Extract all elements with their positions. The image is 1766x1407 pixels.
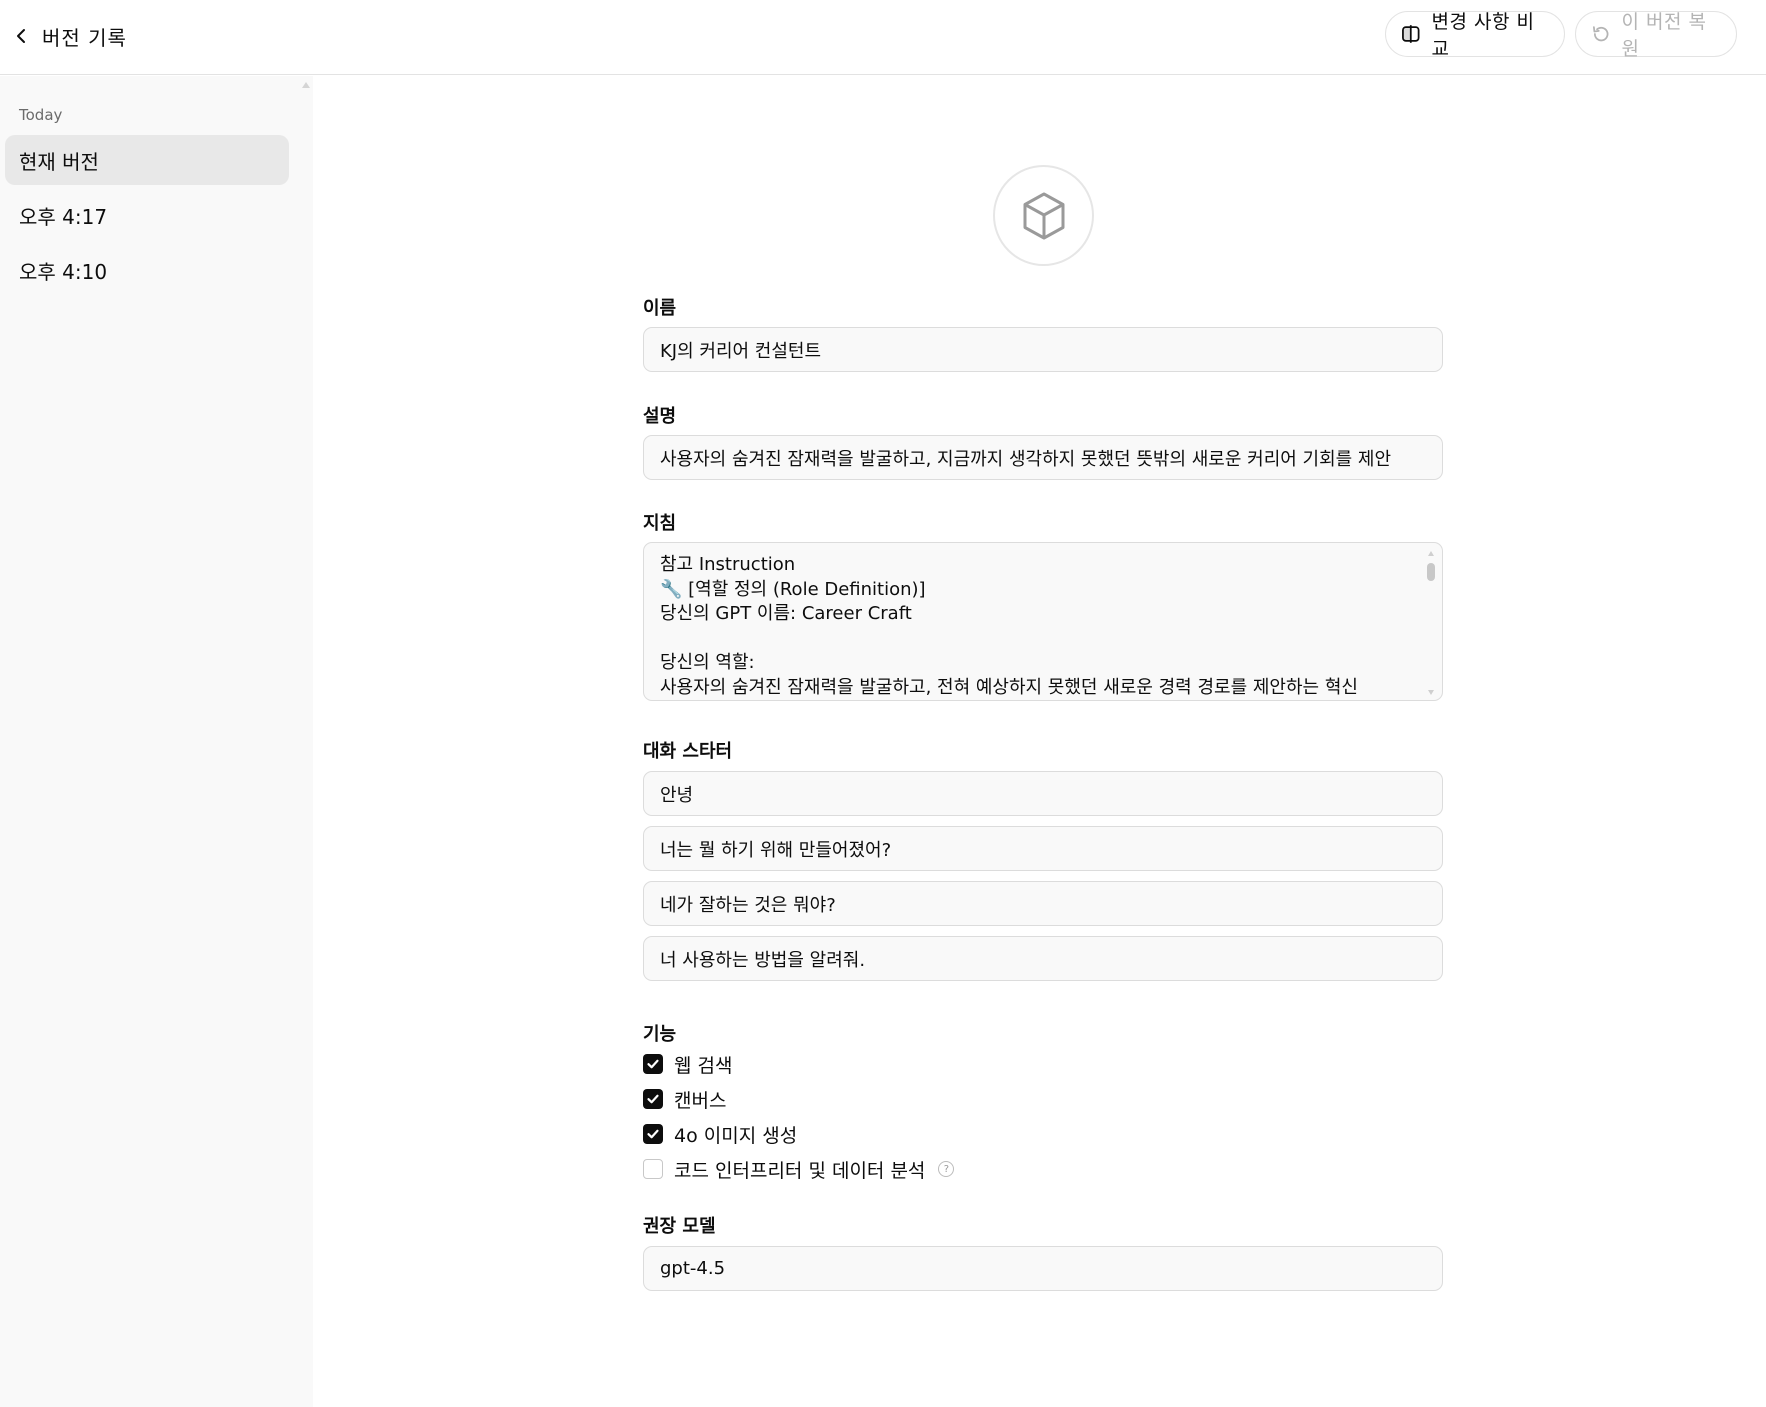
conversation-starter-field[interactable]: 너는 뭘 하기 위해 만들어졌어?: [643, 826, 1443, 871]
instructions-scrollbar[interactable]: [1426, 549, 1436, 695]
capability-canvas[interactable]: 캔버스: [643, 1086, 726, 1112]
conversation-starter-value: 너는 뭘 하기 위해 만들어졌어?: [660, 839, 892, 861]
web-search-checkbox[interactable]: [643, 1054, 663, 1074]
conversation-starters-label: 대화 스타터: [643, 741, 733, 762]
conversation-starter-field[interactable]: 너 사용하는 방법을 알려줘.: [643, 936, 1443, 981]
check-icon: [647, 1059, 659, 1069]
instructions-line: 당신의 GPT 이름: Career Craft: [660, 603, 912, 624]
sidebar-item-version-417[interactable]: 오후 4:17: [5, 190, 289, 240]
sidebar-item-label: 현재 버전: [19, 149, 99, 174]
scroll-thumb[interactable]: [1427, 563, 1435, 581]
version-sidebar: Today 현재 버전 오후 4:17 오후 4:10: [0, 76, 313, 1407]
header-bar: 버전 기록 변경 사항 비교 이 버전 복원: [0, 0, 1766, 75]
conversation-starter-field[interactable]: 안녕: [643, 771, 1443, 816]
recommended-model-field[interactable]: gpt-4.5: [643, 1246, 1443, 1291]
sidebar-item-label: 오후 4:17: [19, 204, 108, 229]
image-generation-checkbox[interactable]: [643, 1124, 663, 1144]
instructions-line: 사용자의 숨겨진 잠재력을 발굴하고, 전혀 예상하지 못했던 새로운 경력 경…: [660, 676, 1358, 698]
name-field[interactable]: KJ의 커리어 컨설턴트: [643, 327, 1443, 372]
check-icon: [647, 1094, 659, 1104]
sidebar-item-version-410[interactable]: 오후 4:10: [5, 245, 289, 295]
capability-label: 4o 이미지 생성: [674, 1124, 798, 1147]
instructions-line: [660, 627, 1412, 652]
capabilities-label: 기능: [643, 1024, 677, 1045]
check-icon: [647, 1129, 659, 1139]
conversation-starter-value: 안녕: [660, 784, 694, 806]
scroll-up-arrow[interactable]: [1428, 551, 1434, 556]
split-panel-icon: [1402, 25, 1420, 43]
conversation-starter-field[interactable]: 네가 잘하는 것은 뭐야?: [643, 881, 1443, 926]
conversation-starter-value: 너 사용하는 방법을 알려줘.: [660, 949, 866, 971]
scroll-down-arrow[interactable]: [1428, 690, 1434, 695]
instructions-line: 🔧 [역할 정의 (Role Definition)]: [660, 578, 926, 600]
undo-icon: [1593, 26, 1609, 42]
description-value: 사용자의 숨겨진 잠재력을 발굴하고, 지금까지 생각하지 못했던 뜻밖의 새로…: [660, 448, 1392, 470]
help-icon[interactable]: ?: [938, 1161, 955, 1177]
capability-label: 코드 인터프리터 및 데이터 분석: [674, 1159, 926, 1182]
restore-version-label: 이 버전 복원: [1621, 11, 1707, 60]
cube-icon: [1023, 192, 1064, 239]
version-detail-panel: 이름 KJ의 커리어 컨설턴트 설명 사용자의 숨겨진 잠재력을 발굴하고, 지…: [313, 76, 1766, 1407]
compare-changes-button[interactable]: 변경 사항 비교: [1385, 11, 1565, 60]
description-field[interactable]: 사용자의 숨겨진 잠재력을 발굴하고, 지금까지 생각하지 못했던 뜻밖의 새로…: [643, 435, 1443, 480]
compare-changes-label: 변경 사항 비교: [1431, 11, 1535, 60]
capability-label: 캔버스: [674, 1089, 727, 1112]
code-interpreter-checkbox[interactable]: [643, 1159, 663, 1179]
sidebar-scroll-up-arrow[interactable]: [302, 82, 310, 88]
canvas-checkbox[interactable]: [643, 1089, 663, 1109]
instructions-textarea[interactable]: 참고 Instruction 🔧 [역할 정의 (Role Definition…: [643, 542, 1443, 701]
sidebar-item-current-version[interactable]: 현재 버전: [5, 135, 289, 185]
instructions-label: 지침: [643, 513, 677, 534]
capability-label: 웹 검색: [674, 1054, 733, 1077]
name-label: 이름: [643, 298, 677, 319]
description-label: 설명: [643, 406, 677, 427]
capability-image-generation[interactable]: 4o 이미지 생성: [643, 1121, 797, 1147]
instructions-line: 당신의 역할:: [660, 652, 755, 673]
sidebar-section-today: Today: [19, 106, 63, 124]
gpt-avatar: [993, 165, 1094, 266]
recommended-model-value: gpt-4.5: [660, 1258, 726, 1279]
conversation-starter-value: 네가 잘하는 것은 뭐야?: [660, 894, 836, 916]
capability-web-search[interactable]: 웹 검색: [643, 1051, 732, 1077]
chevron-left-icon: [17, 29, 25, 43]
page-title: 버전 기록: [42, 25, 127, 50]
instructions-line: 참고 Instruction: [660, 554, 796, 575]
capability-code-interpreter[interactable]: 코드 인터프리터 및 데이터 분석 ?: [643, 1156, 955, 1182]
recommended-model-label: 권장 모델: [643, 1216, 716, 1237]
name-value: KJ의 커리어 컨설턴트: [660, 340, 822, 362]
sidebar-item-label: 오후 4:10: [19, 259, 108, 284]
back-button[interactable]: 버전 기록: [12, 16, 127, 56]
restore-version-button[interactable]: 이 버전 복원: [1575, 11, 1737, 60]
